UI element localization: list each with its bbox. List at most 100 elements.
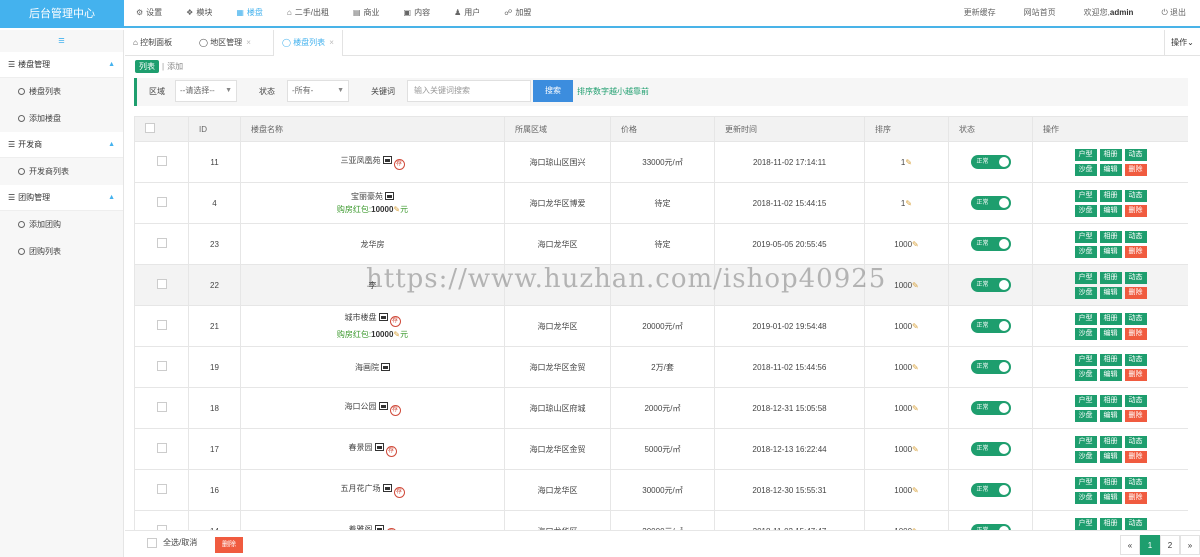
edit-button[interactable]: 编辑	[1099, 327, 1122, 340]
building-name[interactable]: 五月花广场	[341, 484, 381, 493]
delete-button[interactable]: 删除	[1124, 163, 1147, 176]
nav-item-2[interactable]: ▦ 楼盘	[224, 0, 275, 26]
unit-type-button[interactable]: 户型	[1074, 148, 1097, 161]
delete-button[interactable]: 删除	[1124, 204, 1147, 217]
close-icon[interactable]: ×	[246, 38, 251, 47]
pencil-icon[interactable]: ✎	[912, 240, 919, 249]
row-checkbox[interactable]	[156, 279, 167, 289]
album-button[interactable]: 相册	[1099, 312, 1122, 325]
search-button[interactable]: 搜索	[533, 80, 573, 102]
status-toggle[interactable]: 正常	[970, 155, 1011, 169]
album-button[interactable]: 相册	[1099, 476, 1122, 489]
tab-region[interactable]: ◯ 地区管理 ×	[199, 30, 251, 56]
status-toggle[interactable]: 正常	[970, 360, 1011, 374]
unit-type-button[interactable]: 户型	[1074, 353, 1097, 366]
pencil-icon[interactable]: ✎	[912, 404, 919, 413]
sidebar-toggle-icon[interactable]: ≡	[0, 30, 123, 52]
news-button[interactable]: 动态	[1124, 189, 1147, 202]
pencil-icon[interactable]: ✎	[905, 199, 912, 208]
status-toggle[interactable]: 正常	[970, 237, 1011, 251]
row-checkbox[interactable]	[156, 402, 167, 412]
sidebar-group[interactable]: ☰ 楼盘管理 ▲	[0, 52, 123, 78]
edit-button[interactable]: 编辑	[1099, 491, 1122, 504]
site-home-link[interactable]: 网站首页	[1010, 0, 1070, 26]
next-page-button[interactable]: »	[1180, 535, 1200, 555]
news-button[interactable]: 动态	[1124, 476, 1147, 489]
keyword-input[interactable]: 输入关键词搜索	[407, 80, 531, 102]
sidebar-item[interactable]: 团购列表	[0, 238, 123, 265]
batch-delete-button[interactable]: 删除	[215, 537, 243, 553]
delete-button[interactable]: 删除	[1124, 409, 1147, 422]
sidebar-item[interactable]: 楼盘列表	[0, 78, 123, 105]
album-button[interactable]: 相册	[1099, 189, 1122, 202]
building-name[interactable]: 春景园	[349, 443, 373, 452]
row-checkbox[interactable]	[156, 320, 167, 330]
row-checkbox-cell[interactable]	[134, 510, 189, 530]
sandtable-button[interactable]: 沙盘	[1074, 245, 1097, 258]
edit-button[interactable]: 编辑	[1099, 163, 1122, 176]
album-button[interactable]: 相册	[1099, 148, 1122, 161]
unit-type-button[interactable]: 户型	[1074, 312, 1097, 325]
nav-item-7[interactable]: ☍ 加盟	[492, 0, 543, 26]
nav-item-4[interactable]: ▤ 商业	[341, 0, 392, 26]
sandtable-button[interactable]: 沙盘	[1074, 204, 1097, 217]
refresh-cache-link[interactable]: 更新缓存	[950, 0, 1010, 26]
edit-button[interactable]: 编辑	[1099, 245, 1122, 258]
unit-type-button[interactable]: 户型	[1074, 476, 1097, 489]
news-button[interactable]: 动态	[1124, 148, 1147, 161]
row-checkbox-cell[interactable]	[134, 141, 189, 183]
album-button[interactable]: 相册	[1099, 517, 1122, 530]
status-toggle[interactable]: 正常	[970, 442, 1011, 456]
album-button[interactable]: 相册	[1099, 435, 1122, 448]
edit-button[interactable]: 编辑	[1099, 409, 1122, 422]
delete-button[interactable]: 删除	[1124, 286, 1147, 299]
status-select[interactable]: -所有- ▼	[287, 80, 349, 102]
row-checkbox[interactable]	[156, 197, 167, 207]
unit-type-button[interactable]: 户型	[1074, 271, 1097, 284]
album-button[interactable]: 相册	[1099, 271, 1122, 284]
nav-item-1[interactable]: ❖ 模块	[174, 0, 224, 26]
delete-button[interactable]: 删除	[1124, 327, 1147, 340]
news-button[interactable]: 动态	[1124, 435, 1147, 448]
news-button[interactable]: 动态	[1124, 312, 1147, 325]
close-icon[interactable]: ×	[329, 38, 334, 47]
sandtable-button[interactable]: 沙盘	[1074, 327, 1097, 340]
building-name[interactable]: 城市楼盘	[345, 313, 377, 322]
sidebar-group[interactable]: ☰ 团购管理 ▲	[0, 185, 123, 211]
nav-item-0[interactable]: ⚙ 设置	[124, 0, 174, 26]
status-toggle[interactable]: 正常	[970, 196, 1011, 210]
news-button[interactable]: 动态	[1124, 230, 1147, 243]
edit-button[interactable]: 编辑	[1099, 286, 1122, 299]
tabs-ops-menu[interactable]: 操作⌄	[1164, 30, 1200, 56]
row-checkbox[interactable]	[156, 361, 167, 371]
album-button[interactable]: 相册	[1099, 353, 1122, 366]
page-button-1[interactable]: 1	[1140, 535, 1160, 555]
edit-button[interactable]: 编辑	[1099, 368, 1122, 381]
row-checkbox-cell[interactable]	[134, 428, 189, 470]
news-button[interactable]: 动态	[1124, 394, 1147, 407]
row-checkbox[interactable]	[156, 238, 167, 248]
nav-item-5[interactable]: ▣ 内容	[392, 0, 443, 26]
unit-type-button[interactable]: 户型	[1074, 517, 1097, 530]
status-toggle[interactable]: 正常	[970, 278, 1011, 292]
sidebar-item[interactable]: 开发商列表	[0, 158, 123, 185]
edit-button[interactable]: 编辑	[1099, 204, 1122, 217]
row-checkbox-cell[interactable]	[134, 182, 189, 224]
row-checkbox[interactable]	[156, 443, 167, 453]
building-name[interactable]: 宝丽豪苑	[351, 192, 383, 201]
pencil-icon[interactable]: ✎	[912, 445, 919, 454]
pencil-icon[interactable]: ✎	[912, 322, 919, 331]
pencil-icon[interactable]: ✎	[905, 158, 912, 167]
subtab-add[interactable]: 添加	[167, 61, 183, 72]
delete-button[interactable]: 删除	[1124, 450, 1147, 463]
delete-button[interactable]: 删除	[1124, 491, 1147, 504]
row-checkbox[interactable]	[156, 156, 167, 166]
album-button[interactable]: 相册	[1099, 394, 1122, 407]
delete-button[interactable]: 删除	[1124, 245, 1147, 258]
sidebar-item[interactable]: 添加团购	[0, 211, 123, 238]
select-all-control[interactable]: 全选/取消	[147, 537, 197, 548]
prev-page-button[interactable]: «	[1120, 535, 1140, 555]
building-name[interactable]: 三亚凤凰苑	[341, 156, 381, 165]
sandtable-button[interactable]: 沙盘	[1074, 286, 1097, 299]
select-all-checkbox[interactable]	[134, 116, 189, 142]
